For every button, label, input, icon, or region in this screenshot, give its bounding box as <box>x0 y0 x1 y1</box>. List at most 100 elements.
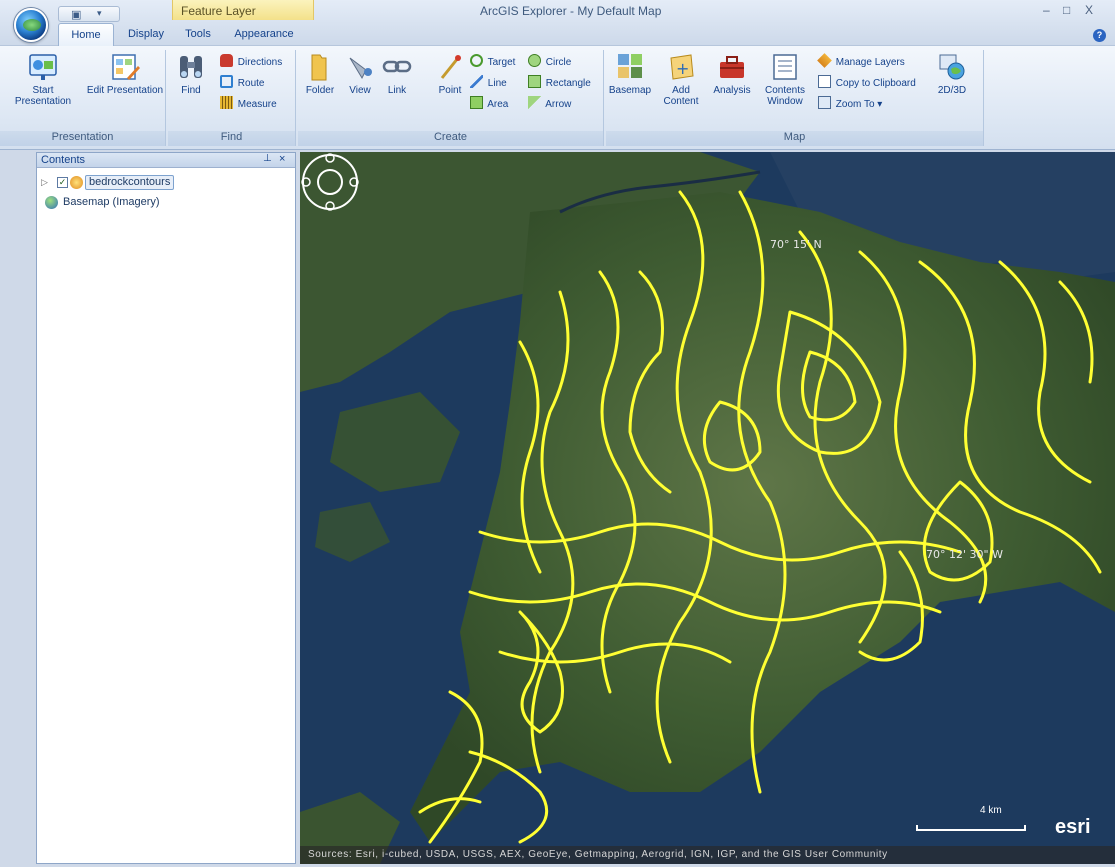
manage-layers-button[interactable]: Manage Layers <box>817 53 905 70</box>
ruler-icon <box>220 96 233 109</box>
edit-presentation-button[interactable]: Edit Presentation <box>86 52 164 96</box>
layers-icon <box>817 53 832 68</box>
ribbon: Start Presentation Edit Presentation Pre… <box>0 46 1115 150</box>
presentation-group: Start Presentation Edit Presentation Pre… <box>0 50 166 146</box>
map-view[interactable]: 70° 15' N 70° 12' 30" W 4 km esri Source… <box>300 152 1115 864</box>
contents-header: Contents ⊥ × <box>37 153 295 168</box>
edit-presentation-label: Edit Presentation <box>86 85 164 96</box>
link-label: Link <box>387 85 407 96</box>
find-label: Find <box>181 85 201 96</box>
svg-text:+: + <box>676 59 689 78</box>
area-button[interactable]: Area <box>470 96 508 112</box>
window-title: ArcGIS Explorer - My Default Map <box>480 4 662 18</box>
arrow-label: Arrow <box>545 99 572 110</box>
tab-display[interactable]: Display <box>120 23 172 45</box>
line-label: Line <box>487 78 507 89</box>
start-presentation-label: Start Presentation <box>14 85 72 107</box>
zoom-to-label: Zoom To <box>835 99 875 110</box>
circle-label: Circle <box>545 57 572 68</box>
application-menu-button[interactable] <box>14 8 48 42</box>
rectangle-button[interactable]: Rectangle <box>528 75 591 91</box>
basemap-label: Basemap <box>608 85 652 96</box>
coordinate-label: 70° 12' 30" W <box>926 548 1003 561</box>
zoom-to-dropdown-icon: ▾ <box>877 99 883 110</box>
feature-layer-icon <box>70 176 83 189</box>
add-content-label: Add Content <box>663 85 699 107</box>
map-group-label: Map <box>606 131 983 146</box>
route-label: Route <box>237 78 265 89</box>
scale-bar <box>916 825 1026 831</box>
rectangle-icon <box>528 75 541 88</box>
tab-appearance[interactable]: Appearance <box>226 23 302 45</box>
zoom-to-button[interactable]: Zoom To ▾ <box>818 96 882 112</box>
close-button[interactable]: X <box>1085 3 1093 17</box>
measure-button[interactable]: Measure <box>220 96 277 112</box>
2d-3d-button[interactable]: 2D/3D <box>932 52 972 96</box>
close-panel-button[interactable]: × <box>279 153 285 165</box>
analysis-label: Analysis <box>713 85 751 96</box>
minimize-button[interactable]: – <box>1043 3 1050 17</box>
contents-panel: Contents ⊥ × ▷ ✓ bedrockcontours Basemap… <box>36 152 296 864</box>
line-button[interactable]: Line <box>470 75 507 91</box>
maximize-button[interactable]: □ <box>1063 3 1070 17</box>
scale-label: 4 km <box>980 805 1002 816</box>
create-group: Folder View Link Point Target Line Area … <box>298 50 604 146</box>
2d-3d-label: 2D/3D <box>937 85 967 96</box>
attribution-text: Sources: Esri, i-cubed, USDA, USGS, AEX,… <box>300 846 1115 864</box>
start-presentation-button[interactable]: Start Presentation <box>4 52 82 107</box>
view-label: View <box>349 85 371 96</box>
edit-presentation-icon <box>112 54 140 80</box>
target-button[interactable]: Target <box>470 54 515 70</box>
link-button[interactable]: Link <box>380 52 414 96</box>
navigation-control[interactable] <box>300 152 360 212</box>
target-icon <box>470 54 483 67</box>
point-label: Point <box>438 85 462 96</box>
globe-2d-3d-icon <box>939 54 965 80</box>
car-icon <box>220 54 233 67</box>
circle-button[interactable]: Circle <box>528 54 571 70</box>
tab-tools[interactable]: Tools <box>180 23 216 45</box>
save-icon[interactable]: ▣ <box>71 8 81 21</box>
pin-icon[interactable]: ⊥ <box>263 153 272 164</box>
arrow-icon <box>528 96 541 109</box>
find-button[interactable]: Find <box>172 52 210 96</box>
context-tab-feature-layer[interactable]: Feature Layer <box>172 0 314 20</box>
map-group: Basemap + Add Content Analysis Contents <box>606 50 984 146</box>
manage-layers-label: Manage Layers <box>835 57 905 68</box>
title-bar: ▣ ▾ Feature Layer ArcGIS Explorer - My D… <box>0 0 1115 47</box>
create-group-label: Create <box>298 131 603 146</box>
tab-home[interactable]: Home <box>58 23 114 47</box>
presentation-group-label: Presentation <box>0 131 165 146</box>
line-icon <box>470 75 483 88</box>
basemap-button[interactable]: Basemap <box>608 52 652 96</box>
context-tab-label: Feature Layer <box>181 4 256 18</box>
point-button[interactable]: Point <box>434 52 466 96</box>
folder-icon <box>311 54 327 81</box>
measure-label: Measure <box>237 99 277 110</box>
directions-button[interactable]: Directions <box>220 54 282 70</box>
help-icon[interactable]: ? <box>1093 29 1106 42</box>
presentation-screen-icon <box>29 54 57 80</box>
add-content-button[interactable]: + Add Content <box>658 52 704 107</box>
target-label: Target <box>487 57 516 68</box>
arrow-button[interactable]: Arrow <box>528 96 571 112</box>
customize-toolbar-icon[interactable]: ▾ <box>97 8 102 19</box>
contents-title: Contents <box>41 154 86 166</box>
expand-arrow-icon[interactable]: ▷ <box>41 177 48 188</box>
contents-window-label: Contents Window <box>764 85 806 107</box>
view-button[interactable]: View <box>342 52 378 96</box>
folder-button[interactable]: Folder <box>300 52 340 96</box>
clipboard-icon <box>818 75 831 88</box>
basemap-name[interactable]: Basemap (Imagery) <box>63 196 160 208</box>
circle-icon <box>528 54 541 67</box>
layer-name[interactable]: bedrockcontours <box>85 175 175 190</box>
layer-visibility-checkbox[interactable]: ✓ <box>57 177 68 188</box>
link-icon <box>382 60 412 73</box>
copy-to-clipboard-button[interactable]: Copy to Clipboard <box>818 75 916 91</box>
route-button[interactable]: Route <box>220 75 264 91</box>
polygon-icon <box>470 96 483 109</box>
analysis-button[interactable]: Analysis <box>710 52 754 96</box>
basemap-icon <box>618 54 642 78</box>
coordinate-label: 70° 15' N <box>770 238 822 251</box>
contents-window-button[interactable]: Contents Window <box>760 52 810 107</box>
